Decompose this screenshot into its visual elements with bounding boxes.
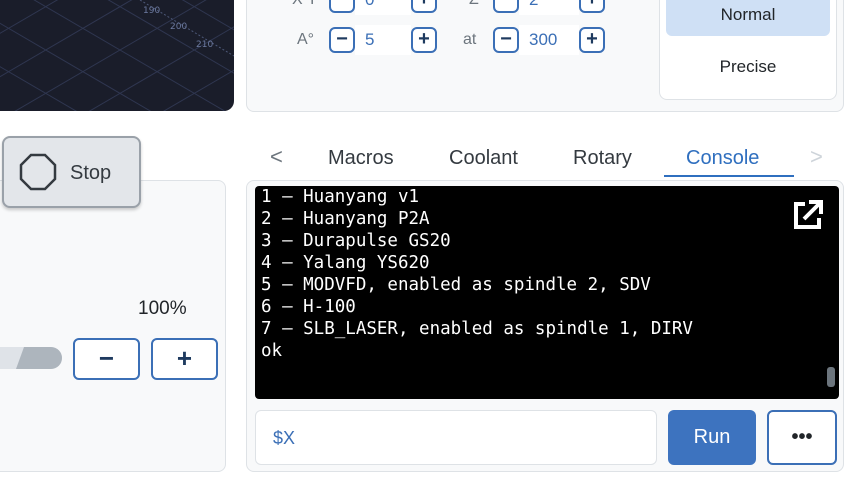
command-input[interactable]: $X bbox=[255, 410, 657, 465]
slider-stripe bbox=[15, 347, 62, 369]
z-step-decrement-button[interactable]: − bbox=[493, 0, 519, 13]
stop-button[interactable]: Stop bbox=[2, 136, 141, 208]
tab-console[interactable]: Console bbox=[686, 147, 759, 170]
console-line: 2 – Huanyang P2A bbox=[261, 209, 430, 229]
tab-rotary[interactable]: Rotary bbox=[573, 147, 632, 170]
grid-graphic bbox=[0, 0, 234, 111]
override-slider[interactable] bbox=[0, 347, 62, 369]
3d-viewport[interactable]: 190 200 210 bbox=[0, 0, 234, 111]
run-button[interactable]: Run bbox=[668, 410, 756, 465]
console-line: 5 – MODVFD, enabled as spindle 2, SDV bbox=[261, 275, 651, 295]
z-step-input[interactable]: 2 bbox=[519, 0, 579, 15]
axis-label: A° bbox=[297, 31, 315, 48]
z-step-increment-button[interactable]: + bbox=[579, 0, 605, 13]
viewport-tick-label: 190 bbox=[143, 6, 161, 16]
active-tab-underline bbox=[664, 175, 794, 177]
xy-step-input[interactable]: 0 bbox=[355, 0, 411, 15]
octagon-stop-icon bbox=[19, 153, 57, 191]
feed-rate-input[interactable]: 300 bbox=[519, 25, 579, 55]
a-step-increment-button[interactable]: + bbox=[411, 27, 437, 53]
tab-coolant[interactable]: Coolant bbox=[449, 147, 518, 170]
console-output[interactable]: 1 – Huanyang v1 2 – Huanyang P2A 3 – Dur… bbox=[255, 186, 839, 399]
a-step-input[interactable]: 5 bbox=[355, 25, 411, 55]
override-decrement-button[interactable]: − bbox=[73, 338, 140, 380]
z-step-stepper: − 2 + bbox=[493, 0, 605, 15]
axis-label: Z bbox=[469, 0, 479, 9]
feed-rate-increment-button[interactable]: + bbox=[579, 27, 605, 53]
console-line: 4 – Yalang YS620 bbox=[261, 253, 430, 273]
viewport-tick-label: 200 bbox=[170, 22, 188, 32]
viewport-tick-label: 210 bbox=[196, 40, 214, 50]
tabs-next-arrow[interactable]: > bbox=[810, 144, 823, 170]
a-step-decrement-button[interactable]: − bbox=[329, 27, 355, 53]
mode-precise[interactable]: Precise bbox=[666, 46, 830, 88]
override-percent: 100% bbox=[138, 298, 187, 319]
xy-step-stepper: − 0 + bbox=[329, 0, 437, 15]
tab-macros[interactable]: Macros bbox=[328, 147, 394, 170]
console-line: 6 – H-100 bbox=[261, 297, 356, 317]
external-link-icon[interactable] bbox=[791, 198, 825, 232]
more-options-button[interactable]: ••• bbox=[767, 410, 837, 465]
xy-step-increment-button[interactable]: + bbox=[411, 0, 437, 13]
console-line: 3 – Durapulse GS20 bbox=[261, 231, 451, 251]
jog-mode-list: Normal Precise bbox=[659, 0, 837, 100]
console-line: ok bbox=[261, 341, 283, 361]
mode-normal[interactable]: Normal bbox=[666, 0, 830, 36]
console-line: 7 – SLB_LASER, enabled as spindle 1, DIR… bbox=[261, 319, 693, 339]
tabs-prev-arrow[interactable]: < bbox=[270, 144, 283, 170]
axis-label: X Y bbox=[292, 0, 318, 9]
feed-rate-stepper: − 300 + bbox=[493, 25, 605, 55]
console-line: 1 – Huanyang v1 bbox=[261, 187, 420, 207]
feed-rate-decrement-button[interactable]: − bbox=[493, 27, 519, 53]
feed-at-label: at bbox=[463, 31, 477, 48]
a-step-stepper: − 5 + bbox=[329, 25, 437, 55]
console-scrollbar[interactable] bbox=[827, 367, 835, 387]
stop-label: Stop bbox=[70, 162, 112, 184]
xy-step-decrement-button[interactable]: − bbox=[329, 0, 355, 13]
override-increment-button[interactable]: + bbox=[151, 338, 218, 380]
override-panel bbox=[0, 180, 226, 472]
